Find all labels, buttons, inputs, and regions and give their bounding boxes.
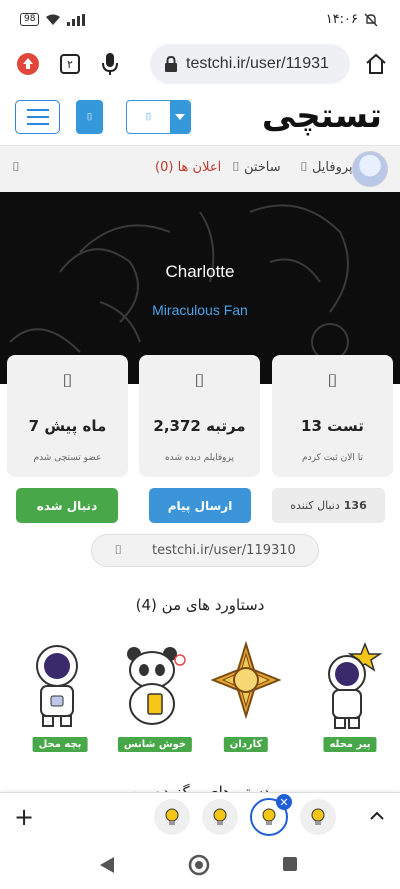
badge-capable[interactable]: کاردان: [206, 640, 286, 752]
medal-icon: [211, 640, 281, 720]
close-tab-icon[interactable]: ✕: [276, 794, 292, 810]
bulb-icon: [311, 808, 325, 825]
badge-label: خوش شانس: [117, 737, 193, 752]
home-nav-icon[interactable]: [188, 854, 210, 876]
bulb-icon: [165, 808, 179, 825]
site-header: ⌷ ⌷ تستچی: [0, 88, 400, 146]
stat-caption: تا الان ثبت کردم: [302, 453, 363, 463]
profile-name: Charlotte: [165, 262, 235, 281]
stat-card-tests: ⌷ 13 تست تا الان ثبت کردم: [272, 355, 393, 477]
language-value: ⌷: [145, 111, 152, 123]
badge-label: پیر محله: [323, 737, 377, 752]
signal-icon: [67, 13, 86, 26]
stat-caption: پروفایلم دیده شده: [165, 453, 234, 463]
profile-tagline: Miraculous Fan: [152, 302, 248, 318]
tab-thumbnail[interactable]: [154, 799, 190, 835]
badge-lucky[interactable]: خوش شانس: [115, 640, 195, 752]
bulb-icon: [262, 808, 276, 825]
new-tab-button[interactable]: +: [14, 803, 34, 831]
astronaut-star-icon: [328, 641, 383, 729]
back-icon[interactable]: [98, 856, 116, 874]
system-navigation-bar: [0, 840, 400, 889]
clock: ۱۴:۰۶: [325, 12, 358, 27]
astronaut-icon: [36, 645, 78, 727]
stat-icon: ⌷: [62, 371, 73, 392]
nav-profile[interactable]: ⌷ پروفایل: [300, 160, 353, 175]
stat-icon: ⌷: [194, 371, 205, 392]
url-text: testchi.ir/user/11931: [186, 55, 329, 72]
followers-label: دنبال کننده: [290, 499, 340, 512]
address-bar[interactable]: testchi.ir/user/11931: [150, 44, 350, 84]
bulb-icon: [213, 808, 227, 825]
badge-old-timer[interactable]: پیر محله: [310, 640, 390, 752]
browser-tab-strip: + ✕: [0, 792, 400, 840]
recents-icon[interactable]: [282, 856, 298, 872]
stat-card-member-since: ⌷ 7 ماه پیش عضو تستچی شدم: [7, 355, 128, 477]
lock-icon: [165, 56, 177, 72]
browser-toolbar: ۲ testchi.ir/user/11931: [0, 40, 400, 88]
profile-url-text: testchi.ir/user/119310: [152, 543, 296, 558]
copy-icon: ⌷: [114, 543, 122, 558]
panda-icon: [127, 647, 186, 725]
badge-local[interactable]: بچه محل: [20, 640, 100, 752]
home-icon[interactable]: [362, 50, 390, 78]
chevron-down-icon: [170, 101, 190, 133]
microphone-icon[interactable]: [96, 50, 124, 78]
stat-icon: ⌷: [327, 371, 338, 392]
stat-value: 7 ماه پیش: [28, 417, 107, 435]
badge-label: بچه محل: [32, 737, 88, 752]
chevron-up-icon[interactable]: [370, 806, 384, 825]
followed-button[interactable]: دنبال شده: [16, 488, 118, 523]
active-tab-thumbnail[interactable]: ✕: [250, 794, 292, 836]
tab-thumbnail[interactable]: [202, 799, 238, 835]
mute-bell-icon: [364, 13, 378, 26]
badge-label: کاردان: [223, 737, 269, 752]
site-logo[interactable]: تستچی: [262, 96, 383, 136]
followers-count-button[interactable]: دنبال کننده 136: [272, 488, 385, 523]
battery-indicator: 98: [20, 13, 40, 26]
browser-shield-icon[interactable]: [14, 50, 42, 78]
tab-switcher-button[interactable]: ۲: [56, 50, 84, 78]
status-bar: 98 ۱۴:۰۶: [0, 0, 400, 40]
achievements-title: دستاورد های من (4): [135, 596, 265, 614]
stat-value: 13 تست: [301, 417, 364, 435]
tab-thumbnail[interactable]: [300, 799, 336, 835]
nav-glyph[interactable]: ⌷: [12, 160, 20, 175]
nav-build[interactable]: ⌷ ساختن: [232, 160, 281, 175]
user-nav-bar: ⌷ اعلان ها (0) ⌷ ساختن ⌷ پروفایل: [0, 146, 400, 192]
stat-card-views: ⌷ 2,372 مرتبه پروفایلم دیده شده: [139, 355, 260, 477]
user-chip-button[interactable]: ⌷: [76, 100, 103, 134]
nav-notifications[interactable]: اعلان ها (0): [155, 160, 221, 175]
stat-value: 2,372 مرتبه: [153, 417, 246, 435]
avatar[interactable]: [352, 151, 388, 187]
wifi-icon: [46, 14, 61, 25]
followers-count: 136: [343, 499, 367, 512]
hamburger-menu-button[interactable]: [15, 100, 60, 134]
profile-url-pill[interactable]: ⌷ testchi.ir/user/119310: [91, 534, 319, 567]
send-message-button[interactable]: ارسال پیام: [149, 488, 251, 523]
language-select[interactable]: ⌷: [126, 100, 191, 134]
stat-caption: عضو تستچی شدم: [33, 453, 102, 463]
